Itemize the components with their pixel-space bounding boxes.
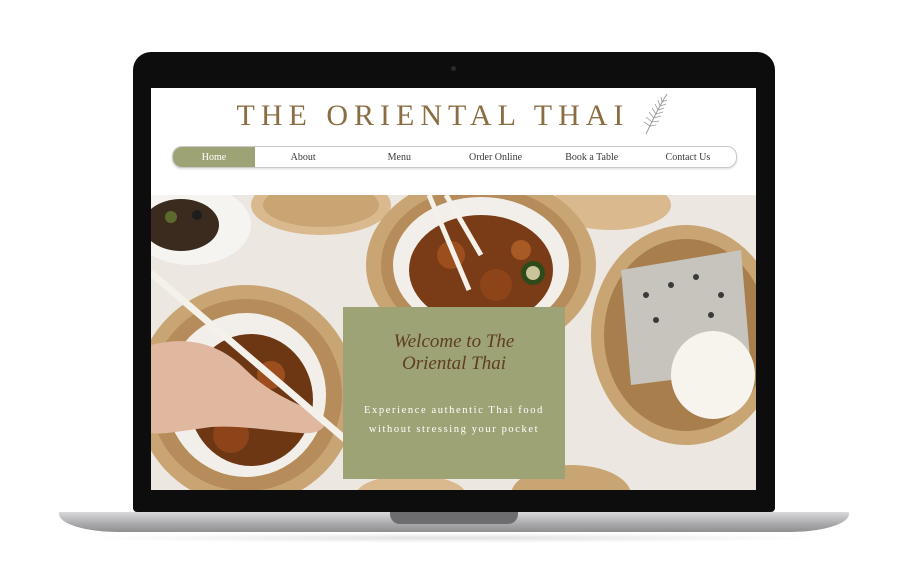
nav-book-a-table[interactable]: Book a Table [544,147,640,167]
main-nav: Home About Menu Order Online Book a Tabl… [172,146,737,168]
site-header: THE ORIENTAL THAI [151,92,756,140]
nav-about[interactable]: About [255,147,351,167]
site-title[interactable]: THE ORIENTAL THAI [237,99,630,133]
leaf-icon [642,92,670,140]
welcome-subtitle: Experience authentic Thai food without s… [364,405,544,435]
nav-contact-us[interactable]: Contact Us [640,147,736,167]
nav-menu[interactable]: Menu [351,147,447,167]
welcome-title: Welcome to The Oriental Thai [393,331,515,374]
laptop-notch [390,512,518,524]
nav-home[interactable]: Home [173,147,255,167]
nav-order-online[interactable]: Order Online [447,147,543,167]
laptop-shadow [80,533,828,543]
hero-section: Welcome to The Oriental Thai Experience … [151,195,756,490]
camera-dot [451,66,456,71]
welcome-card: Welcome to The Oriental Thai Experience … [343,307,565,479]
website-screen: THE ORIENTAL THAI Home About Menu Order … [151,88,756,490]
